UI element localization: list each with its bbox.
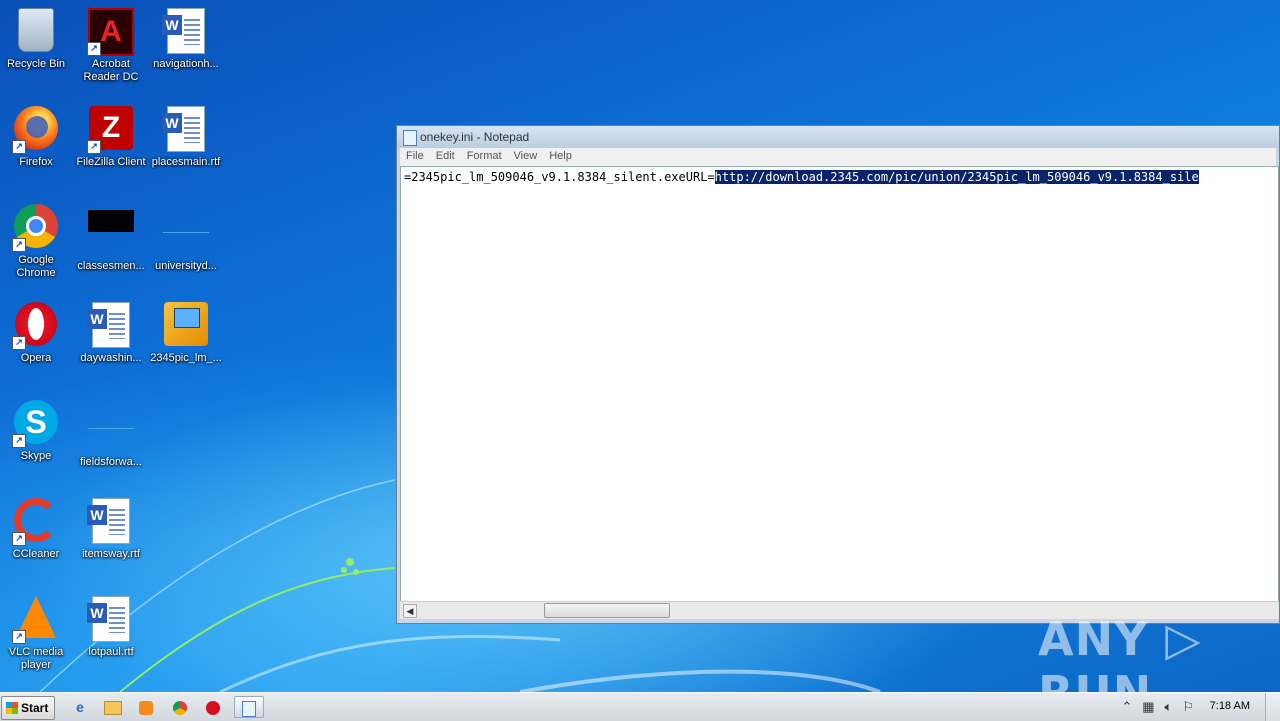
desktop-icon-label: itemsway.rtf [82, 548, 140, 560]
desktop-icon-chrome[interactable]: ↗ Google Chrome [0, 198, 74, 280]
desktop-icon-recycle-bin[interactable]: Recycle Bin [0, 2, 74, 71]
desktop-icon-lotpaul[interactable]: W lotpaul.rtf [73, 590, 149, 659]
desktop-icon-opera[interactable]: ↗ Opera [0, 296, 74, 365]
desktop-icon-placesmain[interactable]: W placesmain.rtf [148, 100, 224, 169]
recycle-bin-icon [18, 8, 54, 52]
shortcut-arrow-icon: ↗ [87, 140, 101, 154]
shortcut-arrow-icon: ↗ [87, 42, 101, 56]
menu-bar: File Edit Format View Help [400, 148, 1276, 166]
desktop-icon-label: Acrobat Reader DC [83, 58, 139, 83]
shortcut-arrow-icon: ↗ [12, 532, 26, 546]
taskbar-clock[interactable]: 7:18 AM [1210, 700, 1250, 712]
desktop-icon-label: VLC media player [8, 646, 64, 671]
text-editor-area[interactable]: =2345pic_lm_509046_v9.1.8384_silent.exeU… [400, 166, 1279, 619]
menu-edit[interactable]: Edit [430, 148, 461, 166]
taskbar-explorer-folder[interactable] [101, 696, 125, 718]
desktop-icon-filezilla[interactable]: Z ↗ FileZilla Client [73, 100, 149, 169]
desktop-icon-fieldsforwa[interactable]: fieldsforwa... [73, 394, 149, 469]
desktop-icon-label: daywashin... [80, 352, 142, 364]
start-label: Start [21, 701, 49, 715]
show-desktop-button[interactable] [1265, 693, 1280, 721]
shortcut-arrow-icon: ↗ [12, 434, 26, 448]
desktop-icon-label: Recycle Bin [6, 58, 66, 70]
start-button[interactable]: Start [1, 696, 55, 720]
desktop-icon-label: navigationh... [153, 58, 219, 70]
word-document-icon: W [162, 106, 205, 152]
show-hidden-icons-icon[interactable]: ⌃ [1121, 699, 1132, 715]
desktop-icon-label: classesmen... [77, 260, 145, 272]
desktop-icon-navigationh[interactable]: W navigationh... [148, 2, 224, 71]
desktop-icon-label: placesmain.rtf [151, 156, 221, 168]
desktop-icon-acrobat[interactable]: A ↗ Acrobat Reader DC [73, 2, 149, 84]
network-icon[interactable]: ▦ [1142, 699, 1154, 715]
shortcut-arrow-icon: ↗ [12, 140, 26, 154]
desktop-icon-universityd[interactable]: universityd... [148, 198, 224, 273]
desktop-icon-label: Google Chrome [16, 254, 56, 279]
shortcut-arrow-icon: ↗ [12, 630, 26, 644]
desktop-icon-label: lotpaul.rtf [88, 646, 134, 658]
shortcut-arrow-icon: ↗ [12, 238, 26, 252]
installer-icon [164, 302, 208, 346]
menu-format[interactable]: Format [461, 148, 508, 166]
taskbar-notepad[interactable] [234, 696, 264, 718]
desktop-icon-label: FileZilla Client [76, 156, 146, 168]
taskbar: Start e ⌃ ▦ 🔈︎ ⚐ 7:18 AM [0, 692, 1280, 721]
menu-view[interactable]: View [508, 148, 544, 166]
notepad-window[interactable]: onekey.ini - Notepad File Edit Format Vi… [396, 125, 1280, 624]
editor-text: =2345pic_lm_509046_v9.1.8384_silent.exeU… [404, 170, 715, 184]
desktop-icon-label: CCleaner [12, 548, 60, 560]
desktop-icon-classesmen[interactable]: classesmen... [73, 198, 149, 273]
word-document-icon: W [162, 8, 205, 54]
desktop-icon-ccleaner[interactable]: ↗ CCleaner [0, 492, 74, 561]
menu-help[interactable]: Help [543, 148, 578, 166]
menu-file[interactable]: File [400, 148, 430, 166]
word-document-icon: W [87, 302, 130, 348]
taskbar-media-player[interactable] [134, 696, 158, 718]
plant-sprout-icon [341, 558, 359, 575]
desktop-icon-label: 2345pic_lm_... [150, 352, 222, 364]
desktop-icon-itemsway[interactable]: W itemsway.rtf [73, 492, 149, 561]
blank-file-icon [163, 210, 209, 233]
volume-icon[interactable]: 🔈︎ [1165, 699, 1173, 715]
editor-line: =2345pic_lm_509046_v9.1.8384_silent.exeU… [401, 167, 1278, 184]
desktop-icon-label: Firefox [19, 156, 53, 168]
system-tray: ⌃ ▦ 🔈︎ ⚐ [1121, 697, 1194, 717]
blank-file-icon [88, 406, 134, 429]
action-center-flag-icon[interactable]: ⚐ [1182, 699, 1194, 715]
desktop-icon-2345pic[interactable]: 2345pic_lm_... [148, 296, 224, 365]
scrollbar-thumb[interactable] [544, 603, 670, 618]
desktop-icon-firefox[interactable]: ↗ Firefox [0, 100, 74, 169]
scroll-left-arrow-icon[interactable]: ◀ [403, 604, 417, 618]
desktop-icon-label: Skype [20, 450, 52, 462]
selected-text: http://download.2345.com/pic/union/2345p… [714, 170, 1199, 184]
window-title: onekey.ini - Notepad [420, 130, 530, 144]
desktop-icon-label: fieldsforwa... [80, 456, 142, 468]
desktop-icon-skype[interactable]: S ↗ Skype [0, 394, 74, 463]
black-file-icon [88, 210, 134, 232]
desktop-icon-daywashin[interactable]: W daywashin... [73, 296, 149, 365]
notepad-icon [403, 130, 417, 146]
word-document-icon: W [87, 596, 130, 642]
desktop-icon-label: Opera [20, 352, 52, 364]
word-document-icon: W [87, 498, 130, 544]
window-title-bar[interactable]: onekey.ini - Notepad [397, 126, 1279, 148]
desktop-icon-vlc[interactable]: ↗ VLC media player [0, 590, 74, 672]
taskbar-internet-explorer[interactable]: e [68, 696, 92, 718]
desktop-icon-label: universityd... [155, 260, 217, 272]
windows-logo-icon [6, 702, 18, 714]
shortcut-arrow-icon: ↗ [12, 336, 26, 350]
taskbar-opera[interactable] [201, 696, 225, 718]
taskbar-chrome[interactable] [168, 696, 192, 718]
